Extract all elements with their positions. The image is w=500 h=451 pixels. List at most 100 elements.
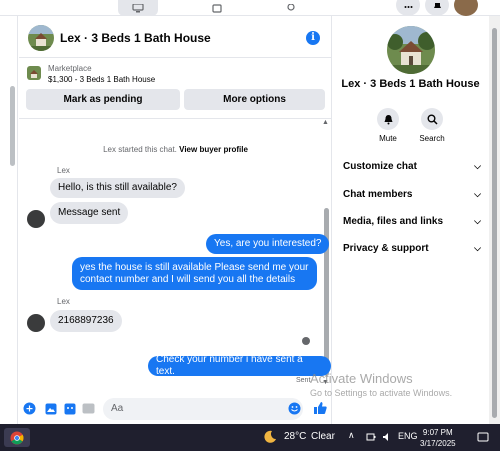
weather-temperature[interactable]: 28°C: [284, 431, 306, 442]
system-message-text: Lex started this chat.: [103, 145, 177, 154]
view-buyer-profile-link[interactable]: View buyer profile: [179, 145, 248, 154]
store-icon: [212, 3, 222, 13]
more-options-button[interactable]: More options: [184, 89, 325, 110]
listing-thumbnail[interactable]: [27, 66, 41, 80]
listing-price[interactable]: $1,300 - 3 Beds 1 Bath House: [48, 75, 155, 84]
clock-time: 9:07 PM: [422, 428, 453, 437]
mute-label: Mute: [379, 134, 397, 143]
chat-members-label: Chat members: [343, 189, 413, 200]
house-photo-large: [387, 26, 435, 74]
gif-button[interactable]: [82, 402, 95, 415]
chevron-down-icon: ⌵: [474, 216, 481, 226]
notification-center-icon[interactable]: [477, 431, 489, 443]
battery-icon[interactable]: [366, 432, 376, 442]
activate-windows-watermark: Activate Windows Go to Settings to activ…: [310, 371, 452, 398]
grid-menu-icon: [404, 5, 412, 8]
sender-name: Lex: [57, 297, 70, 306]
search-icon: [427, 114, 438, 125]
system-clock[interactable]: 9:07 PM 3/17/2025: [420, 427, 456, 449]
speaker-icon[interactable]: [382, 432, 392, 442]
customize-chat-item[interactable]: Customize chat ⌵: [343, 161, 483, 172]
chrome-icon: [10, 431, 24, 444]
sender-avatar[interactable]: [27, 210, 45, 228]
info-icon[interactable]: i: [306, 31, 320, 45]
sender-avatar[interactable]: [27, 314, 45, 332]
profile-avatar[interactable]: [454, 0, 478, 16]
message-placeholder: Aa: [111, 403, 124, 414]
groups-icon: [287, 3, 295, 11]
windows-taskbar: 28°C Clear ∧ ENG 9:07 PM 3/17/2025: [0, 424, 500, 451]
notifications-button[interactable]: [425, 0, 449, 16]
seen-indicator-avatar: [302, 337, 310, 345]
bell-icon: [433, 2, 441, 8]
top-nav-bar: [0, 0, 500, 16]
message-status: Sent: [296, 377, 311, 384]
details-avatar[interactable]: [387, 26, 435, 74]
mark-pending-button[interactable]: Mark as pending: [26, 89, 180, 110]
incoming-message[interactable]: Hello, is this still available?: [50, 178, 185, 198]
chat-members-item[interactable]: Chat members ⌵: [343, 189, 483, 200]
menu-button[interactable]: [396, 0, 420, 16]
chrome-taskbar-button[interactable]: [4, 428, 30, 447]
mute-action[interactable]: Mute: [368, 108, 408, 143]
chevron-down-icon: ⌵: [474, 189, 481, 199]
moon-icon: [264, 430, 276, 443]
chevron-down-icon: ⌵: [474, 161, 481, 171]
outgoing-message[interactable]: Yes, are you interested?: [206, 234, 330, 254]
nav-tab-groups[interactable]: [282, 0, 300, 16]
chevron-down-icon: ⌵: [474, 243, 481, 253]
search-label: Search: [419, 134, 445, 143]
like-button[interactable]: [312, 400, 327, 415]
sender-name: Lex: [57, 166, 70, 175]
sticker-icon: [64, 403, 75, 414]
customize-chat-label: Customize chat: [343, 161, 417, 172]
mute-button[interactable]: [377, 108, 399, 130]
sticker-button[interactable]: [63, 402, 76, 415]
conversation-title[interactable]: Lex · 3 Beds 1 Bath House: [60, 31, 211, 45]
chat-window: Lex · 3 Beds 1 Bath House i Marketplace …: [19, 16, 332, 424]
language-indicator[interactable]: ENG: [398, 431, 418, 441]
marketplace-banner: Marketplace $1,300 - 3 Beds 1 Bath House…: [19, 59, 332, 119]
chat-scrollbar[interactable]: [324, 208, 329, 376]
incoming-message[interactable]: 2168897236: [50, 310, 122, 332]
thumbs-up-icon: [313, 401, 327, 414]
system-message: Lex started this chat. View buyer profil…: [19, 145, 332, 154]
chat-header: Lex · 3 Beds 1 Bath House i: [19, 16, 332, 58]
nav-tab-marketplace[interactable]: [118, 0, 158, 16]
page-scrollbar-thumb[interactable]: [492, 28, 497, 418]
emoji-icon: [288, 402, 301, 415]
monitor-icon: [132, 3, 144, 12]
page-scrollbar[interactable]: [489, 16, 500, 424]
search-action[interactable]: Search: [412, 108, 452, 143]
photo-button[interactable]: [44, 402, 57, 415]
details-title: Lex · 3 Beds 1 Bath House: [341, 78, 480, 90]
marketplace-label: Marketplace: [48, 64, 92, 73]
conversation-avatar[interactable]: [28, 25, 54, 51]
image-icon: [45, 403, 56, 414]
watermark-subtitle: Go to Settings to activate Windows.: [310, 388, 453, 398]
bell-icon: [384, 114, 392, 124]
emoji-button[interactable]: [288, 402, 301, 415]
watermark-title: Activate Windows: [310, 371, 413, 386]
privacy-support-label: Privacy & support: [343, 243, 429, 254]
outgoing-message[interactable]: Check your number i have sent a text.: [148, 354, 331, 377]
composer-bar: Aa: [19, 394, 332, 424]
tray-overflow-icon[interactable]: ∧: [348, 430, 355, 441]
left-scrollbar[interactable]: [10, 86, 15, 166]
incoming-message[interactable]: Message sent: [50, 202, 129, 224]
house-thumbnail: [27, 66, 41, 80]
chat-details-panel: Lex · 3 Beds 1 Bath House Mute Search Cu…: [333, 16, 488, 424]
search-button[interactable]: [421, 108, 443, 130]
left-panel: [0, 16, 18, 424]
add-attachment-button[interactable]: [23, 402, 36, 415]
gif-icon: [82, 403, 95, 414]
media-files-links-label: Media, files and links: [343, 216, 444, 227]
weather-condition[interactable]: Clear: [311, 431, 335, 442]
outgoing-message[interactable]: yes the house is still available Please …: [72, 257, 317, 290]
house-photo: [28, 25, 54, 51]
scroll-up-arrow[interactable]: ▲: [322, 119, 329, 126]
message-input[interactable]: Aa: [103, 398, 303, 420]
privacy-support-item[interactable]: Privacy & support ⌵: [343, 243, 483, 254]
nav-tab-store[interactable]: [208, 0, 226, 16]
media-files-links-item[interactable]: Media, files and links ⌵: [343, 216, 483, 227]
